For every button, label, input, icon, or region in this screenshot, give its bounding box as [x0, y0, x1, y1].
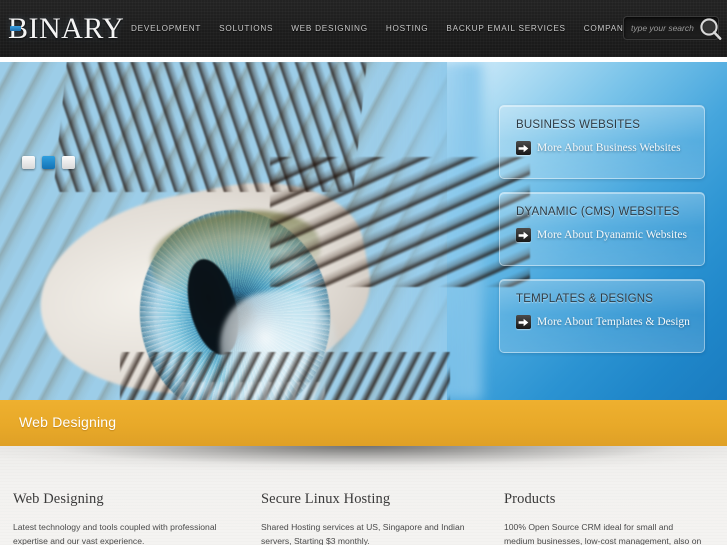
content-column-title: Products: [504, 491, 556, 507]
hero-card-link-text: More About Dyanamic Websites: [537, 229, 687, 241]
content-column-web-designing: Web Designing Latest technology and tool…: [0, 491, 252, 545]
hero-card-link[interactable]: More About Business Websites: [516, 141, 704, 155]
nav-item-solutions[interactable]: SOLUTIONS: [210, 24, 282, 33]
slider-dot-1[interactable]: [22, 156, 35, 169]
nav-item-backup-email-services[interactable]: BACKUP EMAIL SERVICES: [437, 24, 574, 33]
search-icon[interactable]: [697, 16, 723, 42]
search-input[interactable]: [631, 16, 703, 40]
hero-card-link-text: More About Business Websites: [537, 142, 681, 154]
content-section: Web Designing Latest technology and tool…: [0, 446, 727, 545]
arrow-right-icon: [516, 315, 531, 329]
logo-mark-icon: [10, 26, 21, 31]
hero-slider: BUSINESS WEBSITES More About Business We…: [0, 57, 727, 400]
content-column-text: Shared Hosting services at US, Singapore…: [261, 522, 465, 545]
section-band-title: Web Designing: [19, 414, 117, 430]
hero-card-templates-designs[interactable]: TEMPLATES & DESIGNS More About Templates…: [499, 279, 705, 353]
hero-card-title: DYANAMIC (CMS) WEBSITES: [516, 206, 680, 218]
arrow-right-icon: [516, 141, 531, 155]
slider-dot-2-active[interactable]: [42, 156, 55, 169]
hero-card-dyanamic-cms-websites[interactable]: DYANAMIC (CMS) WEBSITES More About Dyana…: [499, 192, 705, 266]
hero-eyelash-upper-right: [270, 157, 530, 287]
site-logo[interactable]: BINARY: [8, 12, 124, 46]
page-root: BINARY DEVELOPMENT SOLUTIONS WEB DESIGNI…: [0, 0, 727, 545]
slider-dot-3[interactable]: [62, 156, 75, 169]
nav-item-web-designing[interactable]: WEB DESIGNING: [282, 24, 377, 33]
hero-card-title: TEMPLATES & DESIGNS: [516, 293, 654, 305]
content-columns: Web Designing Latest technology and tool…: [0, 491, 727, 545]
content-column-text: Latest technology and tools coupled with…: [13, 522, 217, 545]
slider-pagination: [22, 156, 75, 169]
hero-eyelash-reflection: [175, 382, 325, 400]
hero-card-link-text: More About Templates & Design: [537, 316, 690, 328]
site-header: BINARY DEVELOPMENT SOLUTIONS WEB DESIGNI…: [0, 0, 727, 57]
content-column-secure-linux-hosting: Secure Linux Hosting Shared Hosting serv…: [252, 491, 494, 545]
nav-item-hosting[interactable]: HOSTING: [377, 24, 438, 33]
section-band: Web Designing: [0, 400, 727, 446]
content-column-title: Secure Linux Hosting: [261, 491, 391, 507]
hero-card-title: BUSINESS WEBSITES: [516, 119, 641, 131]
content-column-products: Products 100% Open Source CRM ideal for …: [494, 491, 727, 545]
main-navigation: DEVELOPMENT SOLUTIONS WEB DESIGNING HOST…: [122, 24, 686, 33]
hero-card-list: BUSINESS WEBSITES More About Business We…: [499, 105, 705, 366]
content-column-title: Web Designing: [13, 491, 104, 507]
hero-card-link[interactable]: More About Templates & Design: [516, 315, 704, 329]
hero-card-business-websites[interactable]: BUSINESS WEBSITES More About Business We…: [499, 105, 705, 179]
content-column-text: 100% Open Source CRM ideal for small and…: [504, 522, 702, 545]
hero-card-link[interactable]: More About Dyanamic Websites: [516, 228, 704, 242]
logo-text: BINARY: [8, 12, 125, 45]
nav-item-development[interactable]: DEVELOPMENT: [122, 24, 210, 33]
search-area: [623, 16, 722, 40]
arrow-right-icon: [516, 228, 531, 242]
